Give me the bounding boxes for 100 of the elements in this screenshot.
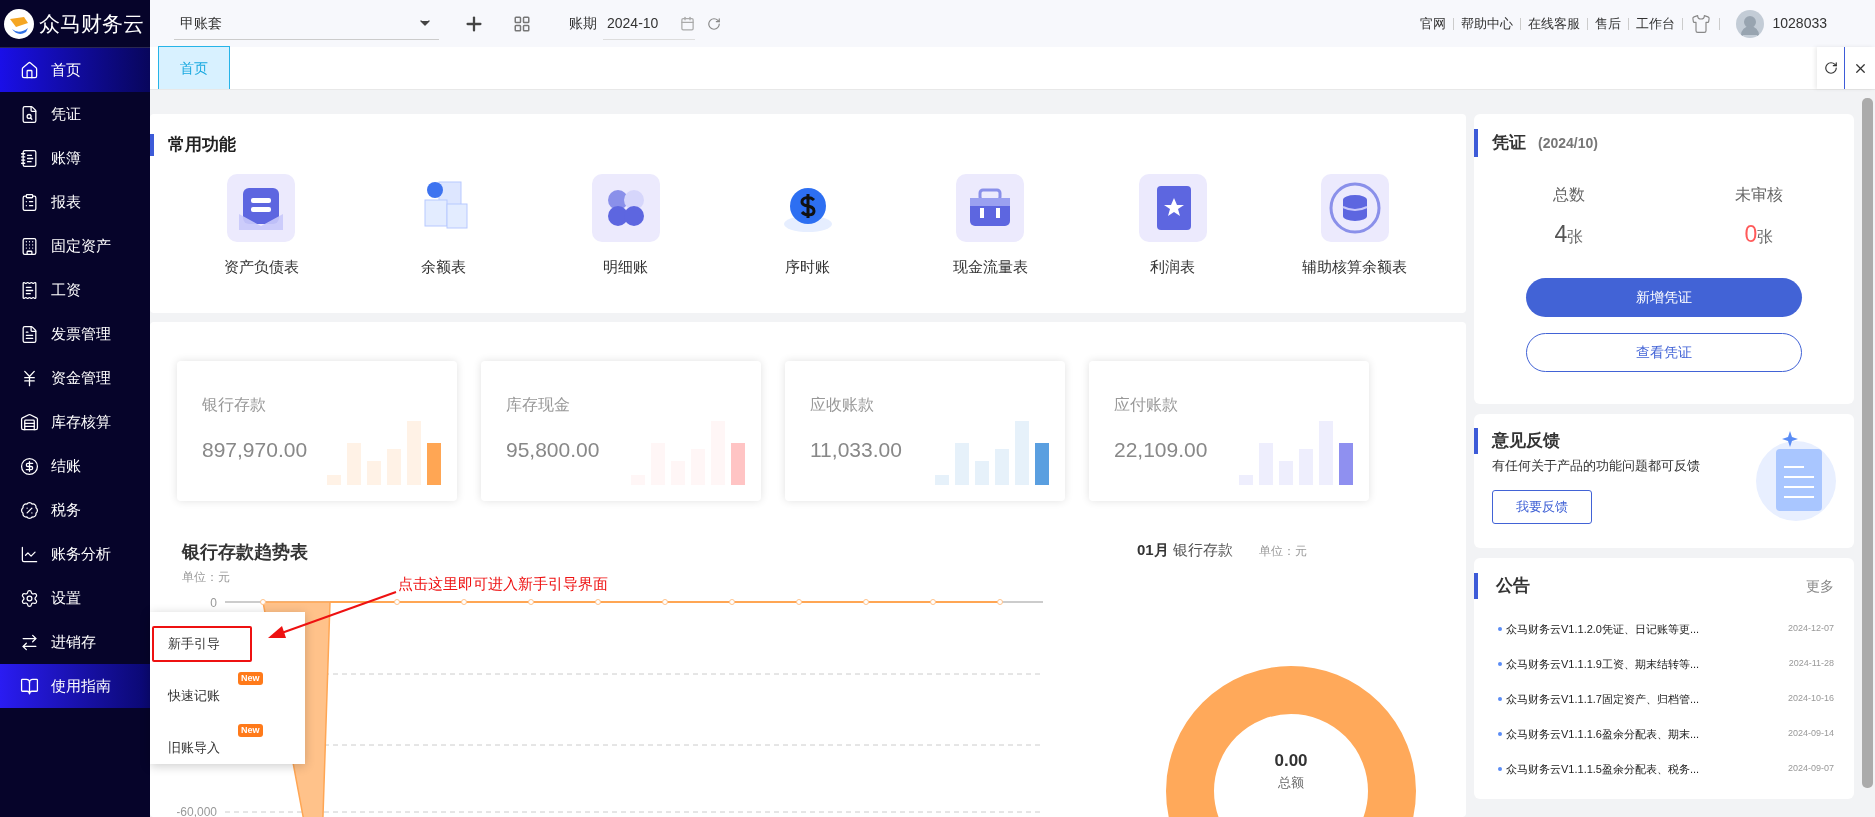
- stat-label: 总数: [1552, 185, 1586, 205]
- logo-icon: [4, 8, 34, 39]
- count-unit: 张: [1757, 228, 1774, 247]
- section-title: 意见反馈: [1492, 430, 1560, 453]
- donut-month: 01月: [1137, 540, 1169, 560]
- notebook-icon: [20, 148, 39, 168]
- coin-icon: [20, 456, 39, 476]
- notice-date: 2024-11-28: [1788, 657, 1834, 671]
- settings-icon: [20, 588, 39, 608]
- sidebar-item[interactable]: 工资: [0, 268, 150, 312]
- count-unit: 张: [1567, 228, 1584, 247]
- section-title: 常用功能: [168, 134, 236, 157]
- sidebar-item[interactable]: 库存核算: [0, 400, 150, 444]
- house-icon: [20, 60, 39, 80]
- stat-value: 11,033.00: [810, 437, 903, 463]
- function-shortcut[interactable]: 余额表: [409, 174, 478, 279]
- shirt-icon[interactable]: [1691, 13, 1712, 34]
- donut-title: 银行存款: [1172, 540, 1233, 560]
- notice-date: 2024-12-07: [1787, 622, 1834, 636]
- refresh-icon: [1823, 61, 1838, 75]
- avatar[interactable]: [1736, 9, 1765, 38]
- feedback-button[interactable]: 我要反馈: [1492, 489, 1592, 524]
- account-select[interactable]: 甲账套: [174, 7, 439, 40]
- sidebar-item[interactable]: 设置: [0, 576, 150, 620]
- guide-menu-item[interactable]: 新手引导: [152, 626, 252, 662]
- notice-item[interactable]: 众马财务云V1.1.1.7固定资产、归档管... 2024-10-16: [1474, 690, 1854, 708]
- function-shortcut[interactable]: 利润表: [1138, 174, 1207, 279]
- header-link[interactable]: 在线客服: [1521, 13, 1588, 34]
- new-badge: New: [238, 724, 263, 737]
- building-icon: [20, 236, 39, 256]
- notice-date: 2024-10-16: [1787, 692, 1834, 706]
- function-shortcut[interactable]: 辅助核算余额表: [1302, 174, 1408, 279]
- voucher-period: (2024/10): [1538, 133, 1598, 153]
- more-link[interactable]: 更多: [1806, 575, 1834, 597]
- period-field[interactable]: 2024-10: [603, 7, 695, 40]
- sidebar-item[interactable]: 账簿: [0, 136, 150, 180]
- view-voucher-button[interactable]: 查看凭证: [1526, 332, 1802, 372]
- stat-label: 银行存款: [202, 395, 267, 415]
- sidebar-item[interactable]: 结账: [0, 444, 150, 488]
- donut-unit: 单位：元: [1258, 543, 1307, 560]
- header-link[interactable]: 帮助中心: [1454, 13, 1521, 34]
- stat-label: 未审核: [1734, 185, 1784, 205]
- bullet-icon: [1498, 662, 1502, 666]
- book-icon: [20, 676, 39, 696]
- refresh-icon[interactable]: [707, 16, 721, 31]
- notice-item[interactable]: 众马财务云V1.1.2.0凭证、日记账等更... 2024-12-07: [1474, 620, 1854, 638]
- sidebar-item[interactable]: 首页: [0, 48, 150, 92]
- toolbox-icon: [956, 174, 1025, 242]
- star-book-icon: [1138, 174, 1207, 242]
- guide-menu-item[interactable]: 快速记账: [152, 678, 236, 714]
- stat-label: 应收账款: [810, 395, 875, 415]
- calendar-icon: [680, 15, 695, 31]
- notice-item[interactable]: 众马财务云V1.1.1.9工资、期末结转等... 2024-11-28: [1474, 655, 1854, 673]
- bullet-icon: [1498, 732, 1502, 736]
- header-link[interactable]: 工作台: [1629, 13, 1683, 34]
- four-petal-icon: [591, 174, 660, 242]
- function-shortcut[interactable]: 明细账: [591, 174, 660, 279]
- grid-icon[interactable]: [513, 14, 531, 33]
- chart-unit: 单位：元: [182, 569, 230, 586]
- annotation-text: 点击这里即可进入新手引导界面: [398, 574, 608, 594]
- stat-value: 897,970.00: [202, 437, 309, 463]
- function-shortcut[interactable]: 现金流量表: [952, 174, 1028, 279]
- sidebar-item[interactable]: 账务分析: [0, 532, 150, 576]
- tick-label: 0: [210, 596, 217, 610]
- clipboard-icon: [20, 192, 39, 212]
- sidebar-item[interactable]: 发票管理: [0, 312, 150, 356]
- header-link[interactable]: 售后: [1588, 13, 1629, 34]
- sidebar-item[interactable]: 固定资产: [0, 224, 150, 268]
- user-name: 1028033: [1772, 14, 1827, 33]
- tick-label: -60,000: [177, 805, 217, 817]
- chart-title: 银行存款趋势表: [180, 541, 309, 564]
- function-shortcut[interactable]: 资产负债表: [223, 174, 299, 279]
- function-shortcut[interactable]: 序时账: [774, 174, 842, 279]
- header-link[interactable]: 官网: [1413, 13, 1454, 34]
- stat-label: 库存现金: [506, 395, 571, 415]
- donut-total-label: 总额: [1278, 774, 1304, 792]
- unreviewed-count: 0: [1744, 220, 1758, 249]
- stat-value: 95,800.00: [506, 437, 601, 463]
- notice-item[interactable]: 众马财务云V1.1.1.6盈余分配表、期末... 2024-09-14: [1474, 725, 1854, 743]
- file-search-icon: [20, 104, 39, 124]
- donut-total: 0.00: [1274, 749, 1308, 772]
- new-voucher-button[interactable]: 新增凭证: [1526, 277, 1802, 317]
- stat-label: 应付账款: [1114, 395, 1179, 415]
- database-icon: [1320, 174, 1389, 242]
- sidebar-item[interactable]: 资金管理: [0, 356, 150, 400]
- sidebar-item[interactable]: 报表: [0, 180, 150, 224]
- sidebar-item[interactable]: 税务: [0, 488, 150, 532]
- bullet-icon: [1498, 767, 1502, 771]
- sidebar-item[interactable]: 凭证: [0, 92, 150, 136]
- swap-arrows-icon: [20, 632, 39, 652]
- warehouse-icon: [20, 412, 39, 432]
- guide-menu-item[interactable]: 旧账导入: [152, 730, 236, 766]
- document-icon: [20, 324, 39, 344]
- period-label: 账期: [569, 14, 597, 33]
- notice-item[interactable]: 众马财务云V1.1.1.5盈余分配表、税务... 2024-09-07: [1474, 760, 1854, 778]
- scrollbar[interactable]: [1862, 98, 1873, 788]
- section-title: 公告: [1496, 575, 1530, 598]
- sidebar-item[interactable]: 进销存: [0, 620, 150, 664]
- bullet-icon: [1498, 697, 1502, 701]
- app-name: 众马财务云: [39, 10, 144, 37]
